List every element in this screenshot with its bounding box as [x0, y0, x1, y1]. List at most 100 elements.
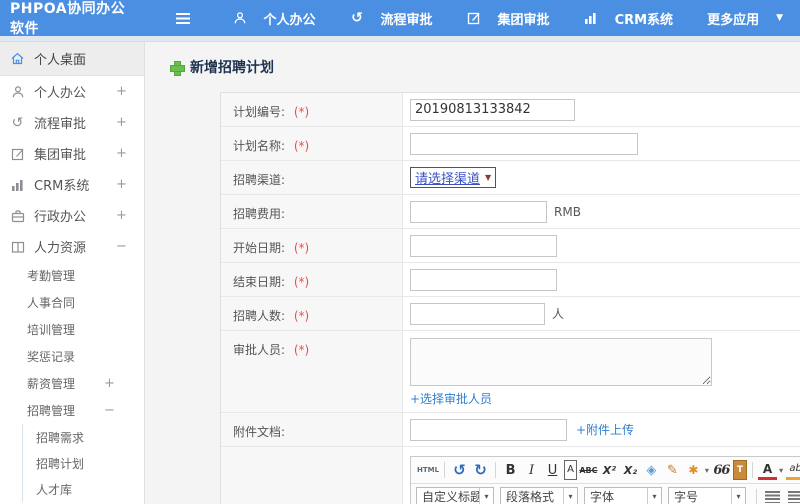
sidebar-subitem-salary[interactable]: 薪资管理 + [0, 370, 144, 397]
paragraph-format-select[interactable]: 段落格式 ▾ [500, 486, 578, 504]
sidebar-item-workflow-approval[interactable]: ↺ 流程审批 + [0, 107, 144, 138]
custom-heading-select[interactable]: 自定义标题 ▾ [416, 486, 494, 504]
sidebar-item-personal-office[interactable]: 个人办公 + [0, 76, 144, 107]
page-title-bar: 新增招聘计划 [170, 57, 800, 77]
expand-icon[interactable]: + [116, 84, 127, 99]
align-left-icon[interactable] [765, 490, 780, 503]
headcount-input[interactable] [410, 302, 545, 325]
topnav-crm[interactable]: CRM系统 [567, 0, 691, 36]
form-row-recruit-channel: 招聘渠道: 请选择渠道 ▼ [221, 161, 800, 195]
start-date-input[interactable] [410, 234, 557, 257]
subscript-button[interactable]: X₂ [621, 460, 640, 480]
expand-icon[interactable]: + [116, 177, 127, 192]
unit-suffix: 人 [552, 307, 565, 321]
plan-name-input[interactable] [410, 132, 638, 155]
topnav-personal-office[interactable]: 个人办公 [216, 0, 333, 36]
sidebar-item-admin-office[interactable]: 行政办公 + [0, 200, 144, 231]
sidebar-item-label: 个人办公 [34, 86, 87, 101]
bar-chart-icon [584, 11, 599, 26]
editor-toolbar-row1: HTML ↺ ↻ B I U A ABC X² X₂ ◈ ✎ ✱ ▾ 66 T … [411, 457, 800, 484]
sidebar-subitem-training[interactable]: 培训管理 [0, 316, 144, 343]
recruitment-plan-form: 计划编号: (*) 计划名称: (*) 招聘渠道: [220, 92, 800, 504]
topnav-group-approval[interactable]: 集团审批 [450, 0, 567, 36]
label-text: 开始日期: [233, 241, 286, 255]
strikethrough-button[interactable]: ABC [579, 460, 598, 480]
field-label-empty [221, 447, 403, 504]
end-date-input[interactable] [410, 268, 557, 291]
sidebar-subitem-recruit-mgmt[interactable]: 招聘管理 − [0, 397, 144, 424]
blockquote-button[interactable]: 66 [712, 460, 731, 480]
attachment-input[interactable] [410, 418, 567, 441]
source-code-button[interactable]: HTML [417, 460, 439, 480]
topnav-more-apps[interactable]: 更多应用 ▼ [690, 0, 800, 36]
expand-icon[interactable]: + [116, 208, 127, 223]
sidebar-subitem-hr-contract[interactable]: 人事合同 [0, 289, 144, 316]
subsubitem-label: 招聘需求 [36, 430, 85, 445]
format-painter-button[interactable]: ✎ [663, 460, 682, 480]
underline-button[interactable]: U [543, 460, 562, 480]
expand-icon[interactable]: + [104, 376, 115, 391]
field-label: 审批人员: (*) [221, 331, 403, 412]
attachment-upload-link[interactable]: +附件上传 [576, 421, 634, 438]
sidebar-subsubitem-talent-pool[interactable]: 人才库 [23, 476, 144, 502]
undo-button[interactable]: ↺ [450, 460, 469, 480]
chevron-down-icon[interactable]: ▾ [705, 466, 709, 475]
expand-icon[interactable]: + [116, 146, 127, 161]
emoticon-button[interactable]: ✱ [684, 460, 703, 480]
sidebar-item-group-approval[interactable]: 集团审批 + [0, 138, 144, 169]
font-size-select[interactable]: 字号 ▾ [668, 486, 746, 504]
home-icon [10, 51, 25, 66]
toolbar-separator [752, 462, 754, 478]
chevron-down-icon: ▾ [479, 487, 493, 504]
person-icon [10, 84, 25, 99]
form-row-end-date: 结束日期: (*) [221, 263, 800, 297]
collapse-icon[interactable]: − [104, 403, 115, 418]
expand-icon[interactable]: + [116, 115, 127, 130]
highlight-color-button[interactable]: ab [786, 460, 800, 480]
redo-button[interactable]: ↻ [471, 460, 490, 480]
form-row-plan-number: 计划编号: (*) [221, 93, 800, 127]
subitem-label: 培训管理 [27, 323, 76, 337]
editor-toolbar-row2: 自定义标题 ▾ 段落格式 ▾ 字体 ▾ 字号 ▾ [411, 484, 800, 504]
chevron-down-icon: ▼ [776, 13, 783, 23]
label-text: 招聘费用: [233, 207, 286, 221]
paste-text-button[interactable]: T [732, 460, 748, 480]
plan-number-input[interactable] [410, 98, 575, 121]
sidebar-item-hr[interactable]: 人力资源 − [0, 231, 144, 262]
page-title: 新增招聘计划 [190, 60, 274, 76]
bold-button[interactable]: B [501, 460, 520, 480]
subsubitem-label: 招聘计划 [36, 456, 85, 471]
approvers-textarea[interactable] [410, 338, 712, 386]
sidebar-subsubitem-recruit-plan[interactable]: 招聘计划 [23, 450, 144, 476]
sidebar-item-personal-desktop[interactable]: 个人桌面 [0, 42, 144, 76]
select-label: 字号 [674, 490, 699, 504]
sidebar-item-label: 行政办公 [34, 210, 87, 225]
collapse-icon[interactable]: − [116, 239, 127, 254]
font-color-button[interactable]: A [758, 460, 778, 480]
channel-select[interactable]: 请选择渠道 ▼ [410, 167, 497, 188]
main-content: 新增招聘计划 计划编号: (*) 计划名称: (*) [145, 42, 800, 504]
select-approvers-link[interactable]: +选择审批人员 [410, 390, 492, 407]
remove-format-button[interactable]: ◈ [642, 460, 661, 480]
italic-button[interactable]: I [522, 460, 541, 480]
subitem-label: 奖惩记录 [27, 350, 76, 364]
history-icon: ↺ [11, 114, 24, 131]
topnav-workflow-approval[interactable]: ↺ 流程审批 [333, 0, 450, 36]
sidebar-subitem-attendance[interactable]: 考勤管理 [0, 262, 144, 289]
app-header: PHPOA协同办公软件 个人办公 ↺ 流程审批 集团审批 CRM系统 更多应用 … [0, 0, 800, 37]
sidebar-subsubitem-recruit-demand[interactable]: 招聘需求 [23, 424, 144, 450]
sidebar-item-crm[interactable]: CRM系统 + [0, 169, 144, 200]
field-label: 开始日期: (*) [221, 229, 403, 262]
bordered-text-button[interactable]: A [564, 460, 577, 480]
superscript-button[interactable]: X² [600, 460, 619, 480]
topnav-label: 流程审批 [380, 12, 433, 28]
menu-toggle-icon[interactable] [176, 12, 190, 24]
form-row-start-date: 开始日期: (*) [221, 229, 800, 263]
font-family-select[interactable]: 字体 ▾ [584, 486, 662, 504]
recruit-cost-input[interactable] [410, 200, 547, 223]
sidebar-subitem-rewards[interactable]: 奖惩记录 [0, 343, 144, 370]
align-center-icon[interactable] [788, 490, 800, 503]
sidebar-item-label: 个人桌面 [34, 53, 87, 68]
form-row-editor: HTML ↺ ↻ B I U A ABC X² X₂ ◈ ✎ ✱ ▾ 66 T … [221, 447, 800, 504]
chevron-down-icon[interactable]: ▾ [779, 466, 783, 475]
